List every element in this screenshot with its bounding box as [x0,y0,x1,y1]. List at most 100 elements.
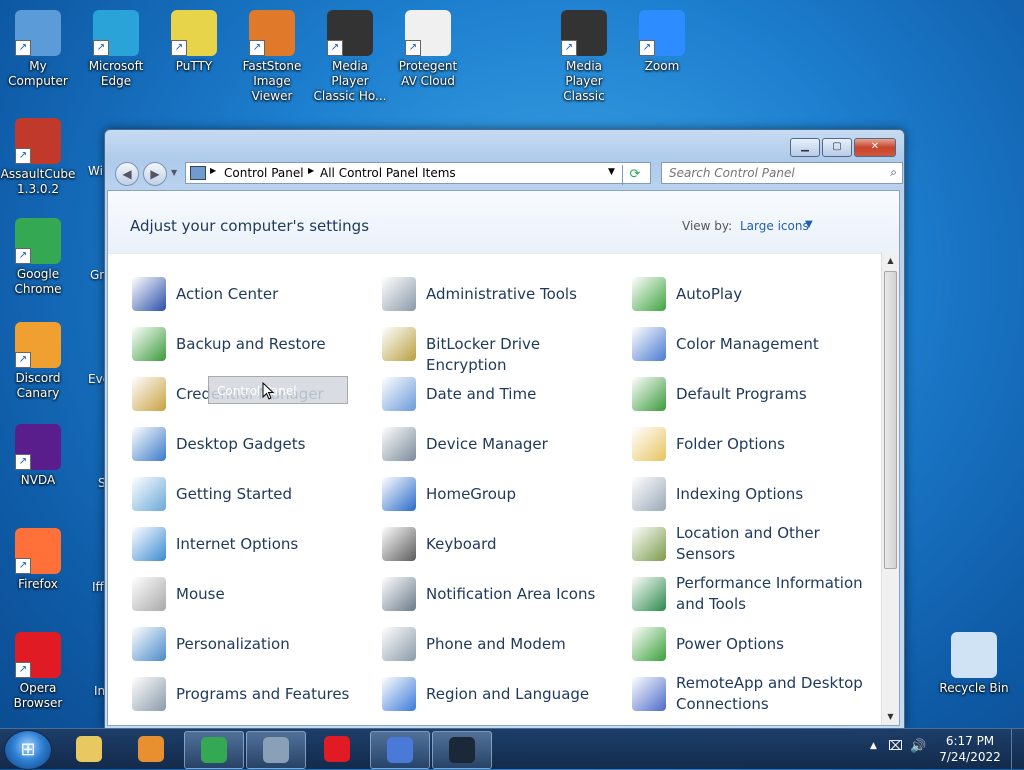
item-icon [632,527,666,561]
desktop-icon[interactable]: ↗ Discord Canary [0,318,76,401]
control-panel-item[interactable]: Programs and Features [132,673,372,713]
control-panel-item[interactable]: Folder Options [632,423,872,463]
control-panel-item[interactable]: Color Management [632,323,872,363]
control-panel-item[interactable]: Indexing Options [632,473,872,513]
shortcut-arrow-icon: ↗ [93,40,109,56]
desktop-icon[interactable]: ↗ NVDA [0,420,76,488]
show-desktop-button[interactable] [1011,729,1024,769]
breadcrumb-all-items[interactable]: All Control Panel Items [320,166,456,180]
breadcrumb-control-panel[interactable]: Control Panel [224,166,304,180]
control-panel-item[interactable]: Performance Information and Tools [632,573,872,613]
control-panel-item[interactable]: Notification Area Icons [382,573,622,613]
item-icon [132,427,166,461]
explorer-icon [76,736,102,762]
control-panel-item[interactable]: Default Programs [632,373,872,413]
desktop-icon[interactable]: ↗ Firefox [0,524,76,592]
app-icon: ↗ [15,10,61,56]
volume-icon[interactable]: 🔊 [910,739,926,754]
control-panel-item[interactable]: Administrative Tools [382,273,622,313]
start-button[interactable]: ⊞ [4,730,52,770]
chevron-down-icon[interactable]: ▼ [608,167,615,177]
taskbar-chrome-button[interactable] [184,731,244,769]
desktop-icon[interactable]: Recycle Bin [936,628,1012,696]
item-label: Folder Options [676,435,785,453]
minimize-button[interactable]: ▁ [790,138,820,157]
search-icon[interactable]: ⌕ [890,165,897,180]
refresh-icon[interactable]: ⟳ [622,165,647,185]
desktop-icon[interactable]: ↗ Opera Browser [0,628,76,711]
control-panel-item[interactable]: Device Manager [382,423,622,463]
control-panel-item[interactable]: Phone and Modem [382,623,622,663]
search-input[interactable] [667,163,881,183]
item-icon [382,427,416,461]
taskbar-browser-button[interactable] [370,731,430,769]
app-icon: ↗ [171,10,217,56]
control-panel-item[interactable]: Date and Time [382,373,622,413]
close-button[interactable]: ✕ [854,138,896,157]
recent-pages-icon[interactable]: ▼ [171,168,177,177]
control-panel-item[interactable]: Region and Language [382,673,622,713]
shortcut-arrow-icon: ↗ [327,40,343,56]
shortcut-arrow-icon: ↗ [15,662,31,678]
item-label: Internet Options [176,535,299,553]
item-label: Action Center [176,285,279,303]
scroll-thumb[interactable] [884,271,897,569]
control-panel-item[interactable]: Internet Options [132,523,372,563]
desktop-icon[interactable]: ↗ Microsoft Edge [78,6,154,89]
control-panel-item[interactable]: Location and Other Sensors [632,523,872,563]
desktop-icon-label: My Computer [8,59,68,88]
control-panel-item[interactable]: Backup and Restore [132,323,372,363]
scroll-down-icon[interactable]: ▼ [882,709,899,725]
taskbar-media-player-button[interactable] [122,731,180,767]
taskbar-control-panel-button[interactable] [246,731,306,769]
item-label: BitLocker Drive Encryption [426,335,541,374]
item-icon [382,377,416,411]
desktop-icon[interactable]: ↗ Media Player Classic [546,6,622,104]
chevron-down-icon[interactable]: ▼ [805,219,813,230]
desktop-icon[interactable]: ↗ AssaultCube 1.3.0.2 [0,114,76,197]
control-panel-item[interactable]: HomeGroup [382,473,622,513]
item-icon [632,327,666,361]
shortcut-arrow-icon: ↗ [639,40,655,56]
desktop-icon[interactable]: ↗ Zoom [624,6,700,74]
control-panel-item[interactable]: RemoteApp and Desktop Connections [632,673,872,713]
app-icon: ↗ [639,10,685,56]
show-hidden-icons-icon[interactable]: ▲ [870,741,877,751]
clock-date[interactable]: 7/24/2022 [930,750,1010,764]
desktop-icon[interactable]: ↗ FastStone Image Viewer [234,6,310,104]
forward-button[interactable]: ▶ [143,162,167,186]
app-icon: ↗ [15,528,61,574]
maximize-button[interactable]: ▢ [822,138,852,157]
desktop-icon[interactable]: ↗ PuTTY [156,6,232,74]
clock-time[interactable]: 6:17 PM [930,734,1010,748]
network-icon[interactable]: ⌧ [888,739,903,754]
control-panel-item[interactable]: Power Options [632,623,872,663]
control-panel-item[interactable]: Mouse [132,573,372,613]
control-panel-item[interactable]: AutoPlay [632,273,872,313]
item-icon [132,627,166,661]
control-panel-item[interactable]: Keyboard [382,523,622,563]
chevron-right-icon[interactable]: ▶ [308,166,314,175]
control-panel-item[interactable]: BitLocker Drive Encryption [382,323,622,374]
control-panel-item[interactable]: Desktop Gadgets [132,423,372,463]
back-button[interactable]: ◀ [115,162,139,186]
control-panel-item[interactable]: Personalization [132,623,372,663]
control-panel-window[interactable]: ▁ ▢ ✕ ◀ ▶ ▼ ▶ Control Panel ▶ All Contro… [104,129,905,729]
taskbar-opera-button[interactable] [308,731,366,767]
taskbar-explorer-button[interactable] [60,731,118,767]
vertical-scrollbar[interactable]: ▲ ▼ [881,253,899,725]
address-bar[interactable]: ▶ Control Panel ▶ All Control Panel Item… [185,162,651,185]
search-box[interactable]: ⌕ [661,162,903,184]
control-panel-item[interactable]: Getting Started [132,473,372,513]
view-by-dropdown[interactable]: Large icons [740,219,809,233]
desktop-icon[interactable]: ↗ Media Player Classic Ho... [312,6,388,104]
taskbar-steam-button[interactable] [432,731,492,769]
desktop-icon[interactable]: ↗ Google Chrome [0,214,76,297]
control-panel-item[interactable]: Action Center [132,273,372,313]
navigation-bar: ◀ ▶ ▼ ▶ Control Panel ▶ All Control Pane… [115,160,903,186]
chrome-icon [201,737,227,763]
desktop-icon[interactable]: ↗ Protegent AV Cloud [390,6,466,89]
desktop-icon[interactable]: ↗ My Computer [0,6,76,89]
chevron-right-icon[interactable]: ▶ [210,166,216,175]
scroll-up-icon[interactable]: ▲ [882,253,899,269]
